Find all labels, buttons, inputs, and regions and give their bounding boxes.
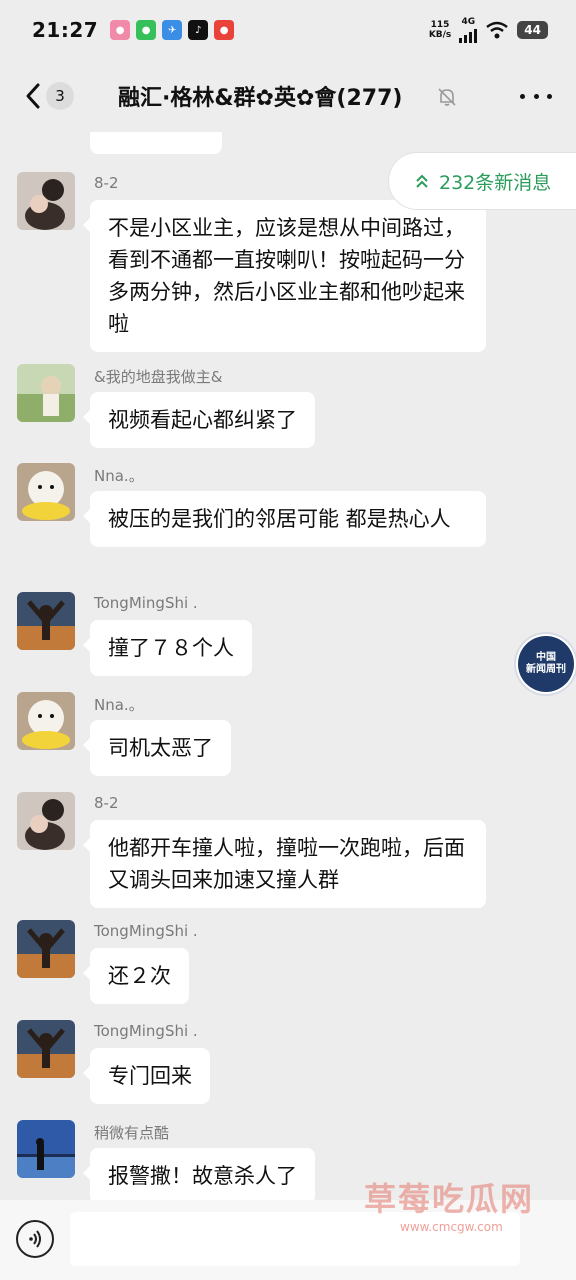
- watermark-badge: 中国 新闻周刊: [516, 634, 576, 694]
- tiktok-icon: ♪: [188, 20, 209, 40]
- battery-indicator: 44: [517, 21, 548, 39]
- notification-app-icon: ●: [214, 20, 235, 40]
- message-bubble[interactable]: 专门回来: [83, 1048, 210, 1104]
- message-bubble[interactable]: 报警撒！故意杀人了: [83, 1148, 315, 1200]
- watermark-url: www.cmcgw.com: [400, 1220, 503, 1234]
- sender-name: 8-2: [94, 794, 119, 812]
- avatar[interactable]: [17, 1120, 75, 1178]
- sender-name: 稍微有点酷: [94, 1124, 170, 1142]
- sender-name: TongMingShi .: [94, 1022, 198, 1040]
- voice-button[interactable]: [16, 1220, 54, 1258]
- badge-line1: 中国: [536, 652, 556, 663]
- sender-name: &我的地盘我做主&: [94, 368, 223, 386]
- avatar[interactable]: [17, 792, 75, 850]
- avatar[interactable]: [17, 920, 75, 978]
- cell-signal-icon: 4G: [459, 17, 478, 43]
- back-button[interactable]: [18, 78, 48, 114]
- chat-title[interactable]: 融汇·格林&群✿英✿會(277): [118, 80, 402, 112]
- sender-name: 8-2: [94, 174, 119, 192]
- more-button[interactable]: [520, 84, 552, 108]
- message-bubble[interactable]: 视频看起心都纠紧了: [83, 392, 315, 448]
- watermark-text: 草莓吃瓜网: [364, 1180, 535, 1218]
- double-chevron-up-icon: [416, 174, 428, 188]
- notification-app-icon: ✈: [162, 20, 183, 40]
- net-speed-value: 115: [430, 20, 450, 30]
- message-bubble[interactable]: 撞了７８个人: [83, 620, 252, 676]
- avatar[interactable]: [17, 1020, 75, 1078]
- avatar[interactable]: [17, 592, 75, 650]
- sender-name: TongMingShi .: [94, 922, 198, 940]
- sender-name: Nna.。: [94, 696, 144, 714]
- avatar[interactable]: [17, 692, 75, 750]
- message-bubble[interactable]: 不是小区业主，应该是想从中间路过，看到不通都一直按喇叭！按啦起码一分多两分钟，然…: [83, 200, 486, 352]
- more-dots-icon: [520, 93, 525, 99]
- new-messages-label: 232条新消息: [439, 171, 552, 194]
- message-bubble[interactable]: 司机太恶了: [83, 720, 231, 776]
- sender-name: Nna.。: [94, 467, 144, 485]
- net-type: 4G: [461, 17, 476, 27]
- message-bubble[interactable]: [90, 132, 222, 154]
- clock: 21:27: [32, 18, 99, 42]
- chat-message-list[interactable]: 8-2 不是小区业主，应该是想从中间路过，看到不通都一直按喇叭！按啦起码一分多两…: [0, 132, 576, 1200]
- net-speed-unit: KB/s: [428, 30, 452, 40]
- status-bar: 21:27 ● ● ✈ ♪ ● 115 KB/s 4G 44: [0, 0, 576, 60]
- notification-app-icon: ●: [110, 20, 131, 40]
- net-speed: 115 KB/s: [429, 20, 451, 40]
- avatar[interactable]: [17, 364, 75, 422]
- wifi-icon: [486, 21, 509, 39]
- message-bubble[interactable]: 还２次: [83, 948, 189, 1004]
- message-bubble[interactable]: 他都开车撞人啦，撞啦一次跑啦，后面又调头回来加速又撞人群: [83, 820, 486, 908]
- status-app-icons: ● ● ✈ ♪ ●: [110, 20, 235, 40]
- wechat-icon: ●: [136, 20, 157, 40]
- avatar[interactable]: [17, 172, 75, 230]
- avatar[interactable]: [17, 463, 75, 521]
- unread-count-badge[interactable]: 3: [46, 82, 74, 110]
- message-bubble[interactable]: 被压的是我们的邻居可能 都是热心人: [83, 491, 486, 547]
- chat-header: 3 融汇·格林&群✿英✿會(277): [0, 60, 576, 132]
- voice-icon: [29, 1230, 41, 1248]
- chevron-left-icon: [26, 83, 40, 109]
- new-messages-button[interactable]: 232条新消息: [388, 152, 576, 210]
- badge-line2: 新闻周刊: [526, 664, 566, 675]
- sender-name: TongMingShi .: [94, 594, 198, 612]
- bell-off-icon: [438, 88, 456, 106]
